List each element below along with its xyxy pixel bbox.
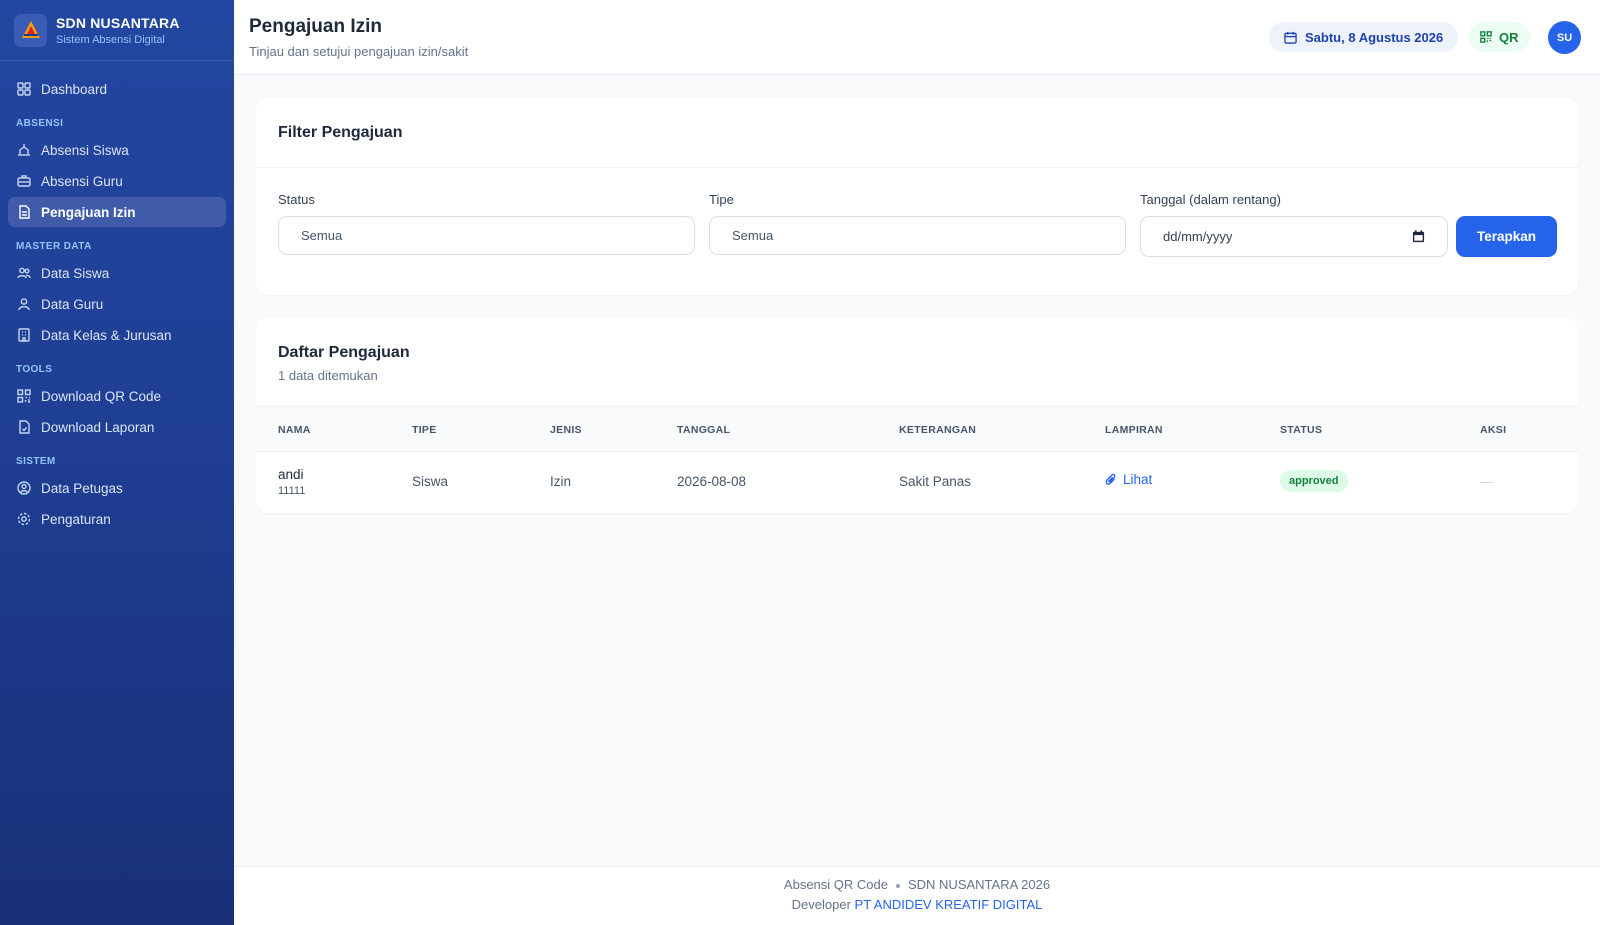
sidebar-item-label: Download Laporan	[41, 419, 155, 435]
brand-subtitle: Sistem Absensi Digital	[56, 33, 165, 46]
filter-title: Filter Pengajuan	[278, 123, 403, 141]
sidebar-item-data-petugas[interactable]: Data Petugas	[8, 473, 226, 503]
column-header-aksi: AKSI	[1480, 424, 1507, 436]
footer-dev-prefix: Developer	[791, 897, 851, 912]
tipe-select[interactable]: Semua	[709, 216, 1126, 255]
student-icon	[17, 143, 31, 157]
sidebar-item-label: Data Guru	[41, 296, 104, 312]
nav-section-master-data: MASTER DATA	[16, 241, 92, 252]
sidebar-item-absensi-siswa[interactable]: Absensi Siswa	[8, 135, 226, 165]
date-placeholder: dd/mm/yyyy	[1163, 229, 1233, 244]
column-header-status: STATUS	[1280, 424, 1323, 436]
nav-section-sistem: SISTEM	[16, 456, 56, 467]
status-badge: approved	[1280, 470, 1348, 492]
qr-icon	[17, 389, 31, 403]
sidebar-item-absensi-guru[interactable]: Absensi Guru	[8, 166, 226, 196]
calendar-icon	[1284, 31, 1297, 44]
lampiran-link[interactable]: Lihat	[1105, 472, 1152, 487]
column-header-jenis: JENIS	[550, 424, 582, 436]
sidebar-item-label: Dashboard	[41, 81, 108, 97]
nav-section-tools: TOOLS	[16, 364, 53, 375]
top-header: Pengajuan Izin Tinjau dan setujui pengaj…	[234, 0, 1600, 75]
page-title: Pengajuan Izin	[249, 16, 383, 37]
sidebar-item-data-siswa[interactable]: Data Siswa	[8, 258, 226, 288]
sidebar-item-pengaturan[interactable]: Pengaturan	[8, 504, 226, 534]
sidebar-item-label: Absensi Siswa	[41, 142, 129, 158]
cell-nama: andi	[278, 467, 304, 482]
column-header-nama: NAMA	[278, 424, 311, 436]
sidebar-item-label: Download QR Code	[41, 388, 162, 404]
lampiran-label: Lihat	[1123, 472, 1153, 487]
status-label: Status	[278, 192, 315, 207]
sidebar-item-label: Absensi Guru	[41, 173, 123, 189]
avatar[interactable]: SU	[1548, 21, 1581, 54]
developer-link[interactable]: PT ANDIDEV KREATIF DIGITAL	[855, 897, 1043, 912]
sidebar-item-pengajuan-izin[interactable]: Pengajuan Izin	[8, 197, 226, 227]
footer-line-developer: Developer PT ANDIDEV KREATIF DIGITAL	[234, 897, 1600, 912]
brand: SDN NUSANTARA Sistem Absensi Digital	[0, 0, 234, 61]
sidebar-item-data-guru[interactable]: Data Guru	[8, 289, 226, 319]
sidebar-item-label: Data Petugas	[41, 480, 123, 496]
footer-line-app: Absensi QR Code SDN NUSANTARA 2026	[234, 877, 1600, 892]
table-header: NAMA TIPE JENIS TANGGAL KETERANGAN LAMPI…	[256, 406, 1578, 452]
sidebar-item-label: Data Siswa	[41, 265, 110, 281]
sidebar-nav: Dashboard ABSENSI Absensi Siswa Absensi …	[0, 61, 234, 534]
column-header-tanggal: TANGGAL	[677, 424, 731, 436]
calendar-icon[interactable]	[1412, 230, 1425, 243]
list-title: Daftar Pengajuan	[278, 344, 410, 361]
status-select[interactable]: Semua	[278, 216, 695, 255]
gear-icon	[17, 512, 31, 526]
briefcase-icon	[17, 174, 31, 188]
sidebar-item-download-laporan[interactable]: Download Laporan	[8, 412, 226, 442]
page-subtitle: Tinjau dan setujui pengajuan izin/sakit	[249, 44, 469, 59]
sidebar-item-label: Data Kelas & Jurusan	[41, 327, 172, 343]
building-icon	[17, 328, 31, 342]
separator-dot	[895, 883, 900, 888]
sidebar-item-label: Pengajuan Izin	[41, 204, 136, 220]
footer: Absensi QR Code SDN NUSANTARA 2026 Develo…	[234, 866, 1600, 925]
column-header-lampiran: LAMPIRAN	[1105, 424, 1163, 436]
user-circle-icon	[17, 481, 31, 495]
document-icon	[17, 205, 31, 219]
sidebar-item-dashboard[interactable]: Dashboard	[8, 74, 226, 104]
brand-name: SDN NUSANTARA	[56, 14, 180, 31]
column-header-tipe: TIPE	[412, 424, 437, 436]
result-count: 1 data ditemukan	[278, 368, 378, 383]
date-text: Sabtu, 8 Agustus 2026	[1305, 29, 1444, 45]
filter-card-header: Filter Pengajuan	[256, 98, 1578, 168]
tanggal-label: Tanggal (dalam rentang)	[1140, 192, 1281, 207]
column-header-keterangan: KETERANGAN	[899, 424, 977, 436]
qr-label: QR	[1499, 29, 1519, 45]
nav-section-absensi: ABSENSI	[16, 118, 64, 129]
tipe-label: Tipe	[709, 192, 734, 207]
cell-nis: 11111	[278, 485, 306, 497]
qr-button[interactable]: QR	[1469, 22, 1530, 52]
sidebar: SDN NUSANTARA Sistem Absensi Digital Das…	[0, 0, 234, 925]
grid-icon	[17, 82, 31, 96]
sidebar-item-download-qr[interactable]: Download QR Code	[8, 381, 226, 411]
qr-icon	[1480, 31, 1492, 43]
apply-filter-button[interactable]: Terapkan	[1456, 216, 1557, 257]
footer-app-name: Absensi QR Code	[783, 877, 888, 892]
sidebar-item-data-kelas[interactable]: Data Kelas & Jurusan	[8, 320, 226, 350]
file-icon	[17, 420, 31, 434]
cell-aksi: —	[1480, 474, 1494, 489]
tanggal-date-input[interactable]: dd/mm/yyyy	[1140, 216, 1448, 257]
footer-org: SDN NUSANTARA 2026	[907, 877, 1051, 892]
cell-status: approved	[1280, 470, 1348, 492]
cell-keterangan: Sakit Panas	[899, 474, 972, 489]
list-card: Daftar Pengajuan 1 data ditemukan NAMA T…	[256, 318, 1578, 513]
date-badge: Sabtu, 8 Agustus 2026	[1269, 22, 1459, 52]
school-logo	[14, 13, 47, 47]
paperclip-icon	[1105, 473, 1117, 486]
user-icon	[17, 297, 31, 311]
filter-card: Filter Pengajuan	[256, 98, 1578, 295]
sidebar-item-label: Pengaturan	[41, 511, 111, 527]
users-icon	[17, 266, 31, 280]
cell-tipe: Siswa	[412, 474, 449, 489]
cell-jenis: Izin	[550, 474, 572, 489]
cell-tanggal: 2026-08-08	[677, 474, 747, 489]
